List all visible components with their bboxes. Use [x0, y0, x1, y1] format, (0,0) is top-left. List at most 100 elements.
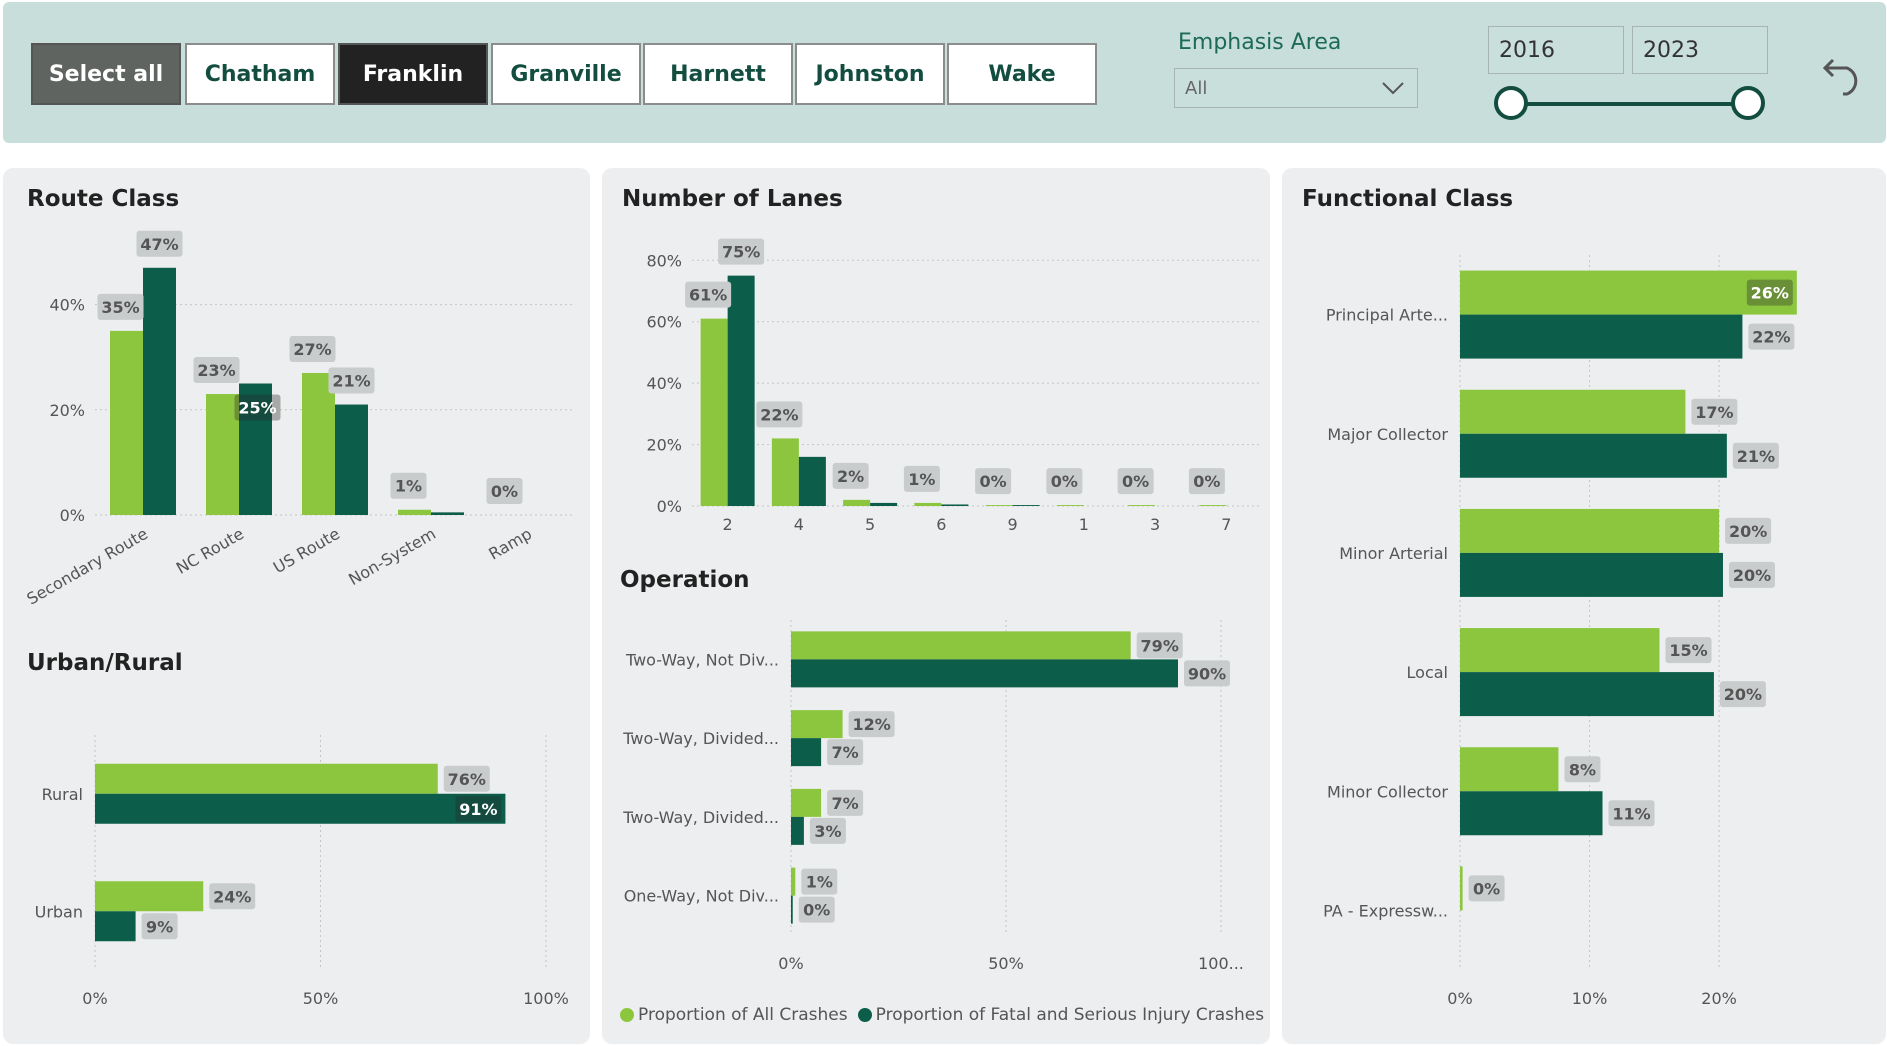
functional-bar-all: [1460, 628, 1660, 673]
functional-bar-fatal: [1460, 672, 1714, 717]
lanes-label-all: 22%: [760, 405, 798, 424]
functional-bar-fatal: [1460, 433, 1727, 478]
operation-xtick: 50%: [988, 954, 1024, 973]
route-xtick: NC Route: [173, 524, 247, 578]
route-label-all: 0%: [491, 482, 518, 501]
lanes-bar-all: [700, 318, 728, 506]
route-bar-fatal: [431, 512, 464, 515]
operation-bar-fatal: [791, 816, 804, 845]
route-label-fatal: 47%: [140, 235, 178, 254]
functional-bar-all: [1460, 747, 1559, 792]
lanes-bar-fatal: [941, 504, 969, 506]
lanes-xtick: 4: [794, 515, 804, 534]
functional-ytick: Major Collector: [1327, 425, 1448, 444]
lanes-ytick: 60%: [646, 313, 682, 332]
route-bar-all: [302, 372, 335, 515]
functional-label-all: 26%: [1751, 284, 1789, 303]
operation-bar-fatal: [791, 659, 1178, 688]
operation-bar-fatal: [791, 895, 793, 924]
urban-bar-fatal: [95, 793, 506, 824]
lanes-bar-fatal: [798, 456, 826, 506]
lanes-xtick: 1: [1079, 515, 1089, 534]
lanes-ytick: 40%: [646, 374, 682, 393]
urban-bar-all: [95, 763, 438, 794]
lanes-bar-fatal: [1012, 505, 1040, 506]
urban-label-fatal: 91%: [459, 800, 497, 819]
lanes-xtick: 9: [1008, 515, 1018, 534]
lanes-bar-all: [843, 499, 871, 506]
lanes-xtick: 7: [1221, 515, 1231, 534]
operation-xtick: 100...: [1198, 954, 1244, 973]
operation-label-all: 1%: [806, 873, 833, 892]
operation-bar-all: [791, 631, 1131, 660]
lanes-bar-fatal: [870, 502, 898, 506]
functional-label-fatal: 11%: [1612, 804, 1650, 823]
route-ytick: 0%: [60, 506, 85, 525]
route-xtick: Secondary Route: [23, 524, 151, 609]
lanes-bar-all: [1056, 505, 1084, 506]
urban-ytick: Urban: [35, 902, 83, 921]
operation-label-all: 12%: [852, 715, 890, 734]
operation-label-all: 7%: [832, 794, 859, 813]
route-ytick: 20%: [49, 401, 85, 420]
legend-fatal-label: Proportion of Fatal and Serious Injury C…: [875, 1005, 1265, 1025]
functional-label-fatal: 20%: [1724, 685, 1762, 704]
urban-xtick: 0%: [82, 989, 107, 1008]
operation-bar-all: [791, 788, 822, 817]
urban-label-all: 76%: [448, 770, 486, 789]
lanes-ytick: 0%: [657, 497, 682, 516]
lanes-xtick: 3: [1150, 515, 1160, 534]
legend-all-label: Proportion of All Crashes: [638, 1005, 848, 1025]
functional-label-all: 17%: [1695, 403, 1733, 422]
operation-label-fatal: 90%: [1188, 664, 1226, 683]
functional-ytick: Principal Arte...: [1326, 306, 1448, 325]
operation-bar-fatal: [791, 738, 822, 767]
route-xtick: Non-System: [345, 524, 439, 589]
functional-ytick: PA - Expressw...: [1323, 901, 1448, 920]
lanes-bar-fatal: [727, 275, 755, 506]
functional-bar-fatal: [1460, 791, 1603, 836]
functional-xtick: 10%: [1572, 989, 1608, 1008]
operation-ytick: Two-Way, Not Div...: [625, 650, 779, 669]
functional-ytick: Local: [1407, 663, 1448, 682]
operation-ytick: One-Way, Not Div...: [624, 887, 779, 906]
functional-bar-all: [1460, 508, 1720, 553]
lanes-label-all: 0%: [1122, 472, 1149, 491]
route-bar-fatal: [335, 404, 368, 515]
route-label-fatal: 25%: [238, 399, 276, 418]
operation-xtick: 0%: [778, 954, 803, 973]
lanes-label-all: 0%: [980, 472, 1007, 491]
functional-label-all: 20%: [1729, 522, 1767, 541]
urban-ytick: Rural: [42, 785, 83, 804]
functional-label-fatal: 22%: [1752, 328, 1790, 347]
lanes-xtick: 2: [723, 515, 733, 534]
urban-bar-fatal: [95, 911, 136, 942]
functional-xtick: 20%: [1701, 989, 1737, 1008]
lanes-bar-all: [1199, 505, 1227, 506]
lanes-label-all: 2%: [837, 467, 864, 486]
route-bar-fatal: [143, 267, 176, 515]
operation-bar-all: [791, 867, 796, 896]
functional-label-all: 8%: [1569, 760, 1596, 779]
lanes-bar-all: [771, 438, 799, 506]
route-bar-all: [398, 509, 431, 515]
functional-bar-all: [1460, 389, 1686, 434]
route-xtick: Ramp: [485, 524, 535, 564]
legend-all-swatch: [620, 1008, 634, 1022]
operation-label-fatal: 0%: [803, 901, 830, 920]
route-ytick: 40%: [49, 296, 85, 315]
urban-xtick: 100%: [523, 989, 569, 1008]
urban-bar-all: [95, 881, 204, 912]
functional-xtick: 0%: [1447, 989, 1472, 1008]
functional-ytick: Minor Arterial: [1339, 544, 1448, 563]
lanes-bar-all: [1128, 505, 1156, 506]
lanes-ytick: 20%: [646, 436, 682, 455]
functional-label-all: 15%: [1669, 641, 1707, 660]
lanes-label-all: 0%: [1193, 472, 1220, 491]
route-bar-all: [206, 394, 239, 515]
urban-label-all: 24%: [213, 887, 251, 906]
operation-label-fatal: 3%: [814, 822, 841, 841]
lanes-bar-all: [914, 502, 942, 506]
legend: Proportion of All Crashes Proportion of …: [620, 1005, 1264, 1025]
route-label-fatal: 21%: [332, 372, 370, 391]
